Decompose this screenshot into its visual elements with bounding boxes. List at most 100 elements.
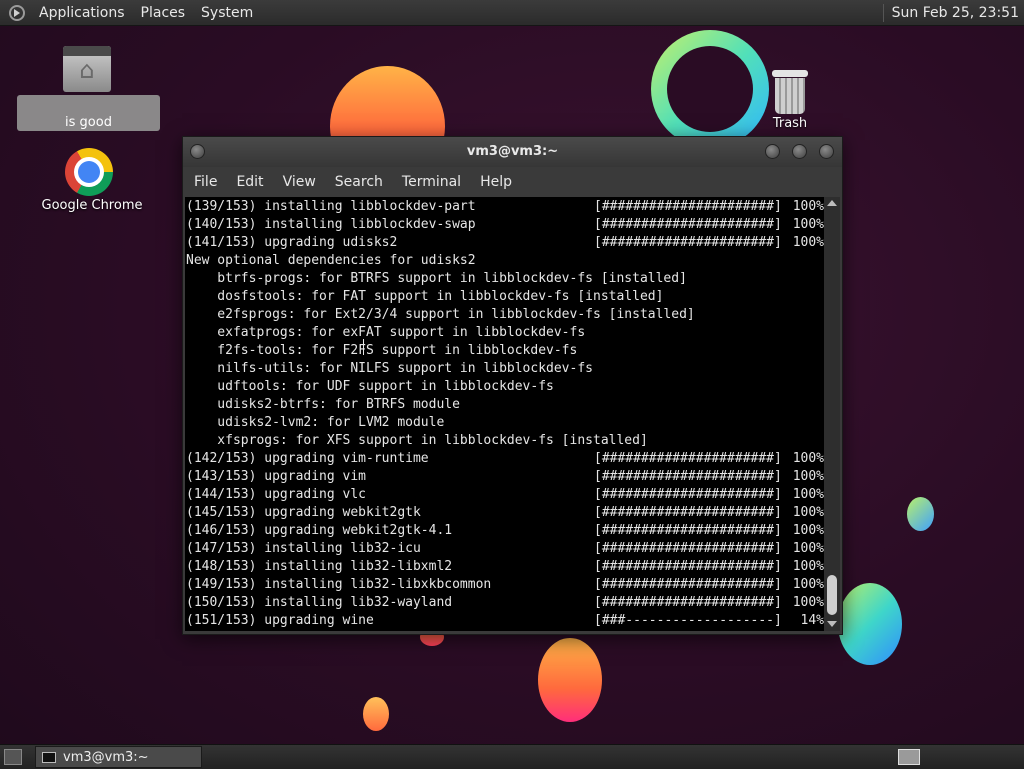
terminal-line-text: (151/153) upgrading wine	[186, 613, 374, 628]
terminal-line-text: New optional dependencies for udisks2	[186, 253, 476, 268]
wallpaper-blob	[538, 638, 602, 722]
terminal-line-text: exfatprogs: for exFAT support in libbloc…	[186, 325, 586, 340]
wallpaper-blob	[363, 697, 389, 731]
terminal-line-text: (148/153) installing lib32-libxml2	[186, 559, 453, 574]
trash-lid	[772, 70, 808, 77]
progress-bar-text: [###-------------------]	[594, 613, 782, 628]
top-panel: Applications Places System Sun Feb 25, 2…	[0, 0, 1024, 26]
menu-search[interactable]: Search	[324, 174, 391, 190]
terminal-line: (140/153) installing libblockdev-swap [##…	[186, 216, 824, 234]
terminal-line-text: udisks2-lvm2: for LVM2 module	[186, 415, 445, 430]
menubar: File Edit View Search Terminal Help	[183, 167, 842, 197]
taskbar-item-label: vm3@vm3:~	[63, 749, 149, 765]
desktop-icon-label: Trash	[772, 116, 808, 131]
progress-bar-text: [######################]	[594, 577, 782, 592]
terminal-line-text: e2fsprogs: for Ext2/3/4 support in libbl…	[186, 307, 695, 322]
desktop-icon-trash[interactable]: Trash	[762, 66, 818, 132]
progress-bar-text: [######################]	[594, 469, 782, 484]
terminal-line: (150/153) installing lib32-wayland [#####…	[186, 594, 824, 612]
terminal-line: (144/153) upgrading vlc [################…	[186, 486, 824, 504]
progress-percent: 100%	[792, 505, 824, 520]
terminal-line-text: (140/153) installing libblockdev-swap	[186, 217, 476, 232]
progress-bar-text: [######################]	[594, 235, 782, 250]
progress-percent: 100%	[792, 199, 824, 214]
home-folder-icon	[63, 46, 111, 92]
terminal-line-text: (146/153) upgrading webkit2gtk-4.1	[186, 523, 453, 538]
terminal-line: (147/153) installing lib32-icu [#########…	[186, 540, 824, 558]
minimize-button[interactable]	[765, 144, 780, 159]
close-button[interactable]	[819, 144, 834, 159]
chrome-icon	[65, 148, 113, 196]
terminal-line: (142/153) upgrading vim-runtime [########…	[186, 450, 824, 468]
mate-logo-icon[interactable]	[9, 4, 25, 21]
terminal-icon	[42, 751, 56, 763]
terminal-line-text: (145/153) upgrading webkit2gtk	[186, 505, 421, 520]
applications-menu[interactable]: Applications	[31, 5, 133, 21]
terminal-window: vm3@vm3:~ File Edit View Search Terminal…	[182, 136, 843, 635]
terminal-line: (139/153) installing libblockdev-part [##…	[186, 198, 824, 216]
show-desktop-icon[interactable]	[4, 749, 22, 765]
scroll-down-icon[interactable]	[827, 621, 837, 627]
progress-percent: 100%	[792, 217, 824, 232]
terminal-line: (141/153) upgrading udisks2 [############…	[186, 234, 824, 252]
terminal-line-text: nilfs-utils: for NILFS support in libblo…	[186, 361, 593, 376]
terminal-line: (146/153) upgrading webkit2gtk-4.1 [#####…	[186, 522, 824, 540]
terminal-line-text: udisks2-btrfs: for BTRFS module	[186, 397, 460, 412]
terminal-line: xfsprogs: for XFS support in libblockdev…	[186, 432, 647, 450]
terminal-line-text: btrfs-progs: for BTRFS support in libblo…	[186, 271, 687, 286]
desktop-icon-label: Google Chrome	[41, 198, 143, 213]
terminal-line: e2fsprogs: for Ext2/3/4 support in libbl…	[186, 306, 695, 324]
progress-bar-text: [######################]	[594, 451, 782, 466]
scroll-up-icon[interactable]	[827, 200, 837, 206]
terminal-line-text: dosfstools: for FAT support in libblockd…	[186, 289, 664, 304]
menu-edit[interactable]: Edit	[225, 174, 271, 190]
terminal-line: f2fs-tools: for F2FS support in libblock…	[186, 342, 577, 360]
desktop-icon-label: is good	[65, 115, 112, 130]
menu-file[interactable]: File	[183, 174, 225, 190]
system-menu[interactable]: System	[193, 5, 261, 21]
terminal-output[interactable]: (139/153) installing libblockdev-part [##…	[185, 197, 824, 631]
desktop-icon-home[interactable]: is good	[17, 42, 160, 131]
progress-percent: 100%	[792, 235, 824, 250]
progress-percent: 100%	[792, 487, 824, 502]
progress-bar-text: [######################]	[594, 217, 782, 232]
wallpaper-blob	[838, 583, 902, 665]
terminal-line-text: (144/153) upgrading vlc	[186, 487, 367, 502]
terminal-line: udisks2-lvm2: for LVM2 module	[186, 414, 444, 432]
taskbar-item-terminal[interactable]: vm3@vm3:~	[35, 746, 202, 768]
terminal-line-text: (150/153) installing lib32-wayland	[186, 595, 453, 610]
terminal-line: (149/153) installing lib32-libxkbcommon […	[186, 576, 824, 594]
desktop-icon-chrome[interactable]: Google Chrome	[37, 146, 147, 216]
menu-terminal[interactable]: Terminal	[391, 174, 469, 190]
progress-percent: 100%	[792, 595, 824, 610]
menu-view[interactable]: View	[272, 174, 324, 190]
progress-percent: 100%	[792, 577, 824, 592]
progress-bar-text: [######################]	[594, 559, 782, 574]
window-title: vm3@vm3:~	[466, 144, 559, 159]
terminal-line: dosfstools: for FAT support in libblockd…	[186, 288, 663, 306]
progress-bar-text: [######################]	[594, 523, 782, 538]
scrollbar[interactable]	[824, 197, 840, 631]
terminal-line: nilfs-utils: for NILFS support in libblo…	[186, 360, 593, 378]
terminal-line-text: (141/153) upgrading udisks2	[186, 235, 398, 250]
terminal-line: New optional dependencies for udisks2	[186, 252, 476, 270]
terminal-line: (148/153) installing lib32-libxml2 [#####…	[186, 558, 824, 576]
progress-bar-text: [######################]	[594, 199, 782, 214]
progress-percent: 100%	[792, 451, 824, 466]
places-menu[interactable]: Places	[133, 5, 194, 21]
progress-percent: 100%	[792, 559, 824, 574]
progress-percent: 14%	[800, 613, 824, 628]
terminal-line: btrfs-progs: for BTRFS support in libblo…	[186, 270, 687, 288]
terminal-line-text: udftools: for UDF support in libblockdev…	[186, 379, 554, 394]
maximize-button[interactable]	[792, 144, 807, 159]
terminal-line: exfatprogs: for exFAT support in libbloc…	[186, 324, 585, 342]
panel-separator	[882, 3, 884, 22]
workspace-switcher[interactable]	[898, 749, 920, 765]
terminal-line-text: (143/153) upgrading vim	[186, 469, 367, 484]
terminal-line: udisks2-btrfs: for BTRFS module	[186, 396, 460, 414]
trash-body	[775, 78, 805, 114]
window-titlebar[interactable]: vm3@vm3:~	[183, 137, 842, 167]
menu-help[interactable]: Help	[469, 174, 520, 190]
clock[interactable]: Sun Feb 25, 23:51	[882, 0, 1024, 25]
scrollbar-thumb[interactable]	[827, 575, 837, 615]
